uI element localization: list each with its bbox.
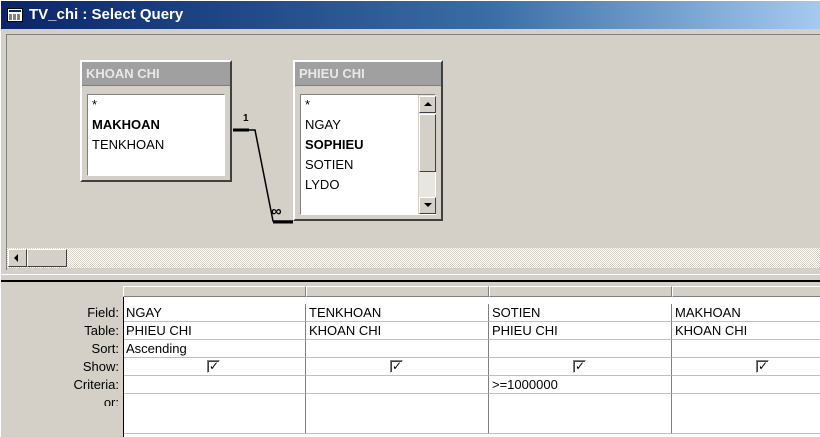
show-checkbox[interactable]: ✓ [207, 360, 220, 373]
grid-cell-table[interactable]: KHOAN CHI [672, 322, 820, 340]
row-label-table: Table: [84, 323, 119, 338]
grid-cell-field[interactable]: NGAY [123, 304, 306, 322]
row-label-show: Show: [82, 359, 119, 374]
show-checkbox[interactable]: ✓ [756, 360, 769, 373]
row-label-criteria: Criteria: [73, 377, 119, 392]
window-title: TV_chi : Select Query [29, 6, 184, 23]
checkmark-icon: ✓ [575, 359, 586, 373]
grid-cell-show[interactable]: ✓ [306, 358, 489, 376]
grid-cell-show[interactable]: ✓ [672, 358, 820, 376]
scroll-thumb[interactable] [27, 249, 67, 267]
grid-divider [123, 297, 124, 437]
relationship-one-label: 1 [243, 113, 249, 124]
table-design-pane: KHOAN CHI * MAKHOAN TENKHOAN PHIEU CHI *… [6, 34, 820, 270]
grid-cell-show[interactable]: ✓ [123, 358, 306, 376]
show-checkbox[interactable]: ✓ [573, 360, 586, 373]
grid-columns: NGAY PHIEU CHI Ascending ✓ TENKHOAN KHOA… [123, 286, 820, 437]
grid-cell-criteria[interactable]: >=1000000 [489, 376, 672, 394]
query-icon [7, 8, 23, 22]
join-line[interactable] [7, 35, 820, 245]
grid-cell-sort[interactable] [672, 340, 820, 358]
row-labels: Field: Table: Sort: Show: Criteria: or: [1, 286, 123, 437]
show-checkbox[interactable]: ✓ [390, 360, 403, 373]
column-selector[interactable] [123, 286, 306, 297]
grid-cell-field[interactable]: MAKHOAN [672, 304, 820, 322]
arrow-left-icon[interactable] [8, 249, 27, 267]
row-label-sort: Sort: [91, 341, 119, 356]
checkmark-icon: ✓ [758, 359, 769, 373]
grid-cell-sort[interactable]: Ascending [123, 340, 306, 358]
grid-cell-table[interactable]: PHIEU CHI [123, 322, 306, 340]
grid-cell-table[interactable]: KHOAN CHI [306, 322, 489, 340]
checkmark-icon: ✓ [392, 359, 403, 373]
grid-cell-field[interactable]: SOTIEN [489, 304, 672, 322]
column-selector[interactable] [306, 286, 489, 297]
grid-cell-criteria[interactable] [306, 376, 489, 394]
grid-cell-or[interactable] [489, 394, 672, 434]
relationship-many-label: ∞ [271, 203, 282, 220]
upper-horizontal-scrollbar[interactable] [7, 248, 820, 268]
grid-cell-criteria[interactable] [672, 376, 820, 394]
row-label-or: or: [103, 395, 119, 406]
grid-cell-show[interactable]: ✓ [489, 358, 672, 376]
column-selector[interactable] [489, 286, 672, 297]
grid-cell-or[interactable] [123, 394, 306, 434]
grid-cell-sort[interactable] [306, 340, 489, 358]
grid-cell-field[interactable]: TENKHOAN [306, 304, 489, 322]
grid-cell-criteria[interactable] [123, 376, 306, 394]
grid-cell-or[interactable] [306, 394, 489, 434]
row-label-field: Field: [87, 305, 119, 320]
grid-cell-or[interactable] [672, 394, 820, 434]
checkmark-icon: ✓ [209, 359, 220, 373]
pane-splitter[interactable] [1, 274, 820, 282]
query-design-window: TV_chi : Select Query KHOAN CHI * MAKHOA… [0, 0, 820, 437]
grid-cell-sort[interactable] [489, 340, 672, 358]
title-bar[interactable]: TV_chi : Select Query [1, 1, 820, 29]
grid-cell-table[interactable]: PHIEU CHI [489, 322, 672, 340]
column-selector[interactable] [672, 286, 820, 297]
design-grid: Field: Table: Sort: Show: Criteria: or: … [1, 286, 820, 437]
